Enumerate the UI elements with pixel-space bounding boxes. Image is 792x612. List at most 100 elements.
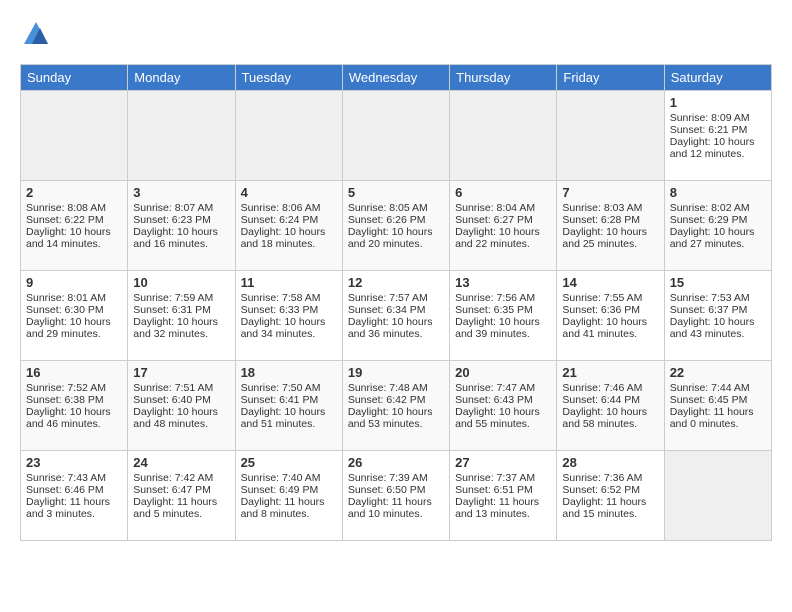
sunset-text: Sunset: 6:34 PM <box>348 304 444 316</box>
calendar-cell: 25Sunrise: 7:40 AMSunset: 6:49 PMDayligh… <box>235 451 342 541</box>
daylight-text: Daylight: 10 hours and 53 minutes. <box>348 406 444 430</box>
calendar-cell <box>128 91 235 181</box>
day-number: 14 <box>562 275 658 290</box>
calendar-cell: 10Sunrise: 7:59 AMSunset: 6:31 PMDayligh… <box>128 271 235 361</box>
daylight-text: Daylight: 11 hours and 13 minutes. <box>455 496 551 520</box>
calendar-cell: 24Sunrise: 7:42 AMSunset: 6:47 PMDayligh… <box>128 451 235 541</box>
header-day-friday: Friday <box>557 65 664 91</box>
sunset-text: Sunset: 6:51 PM <box>455 484 551 496</box>
sunrise-text: Sunrise: 7:51 AM <box>133 382 229 394</box>
sunset-text: Sunset: 6:44 PM <box>562 394 658 406</box>
calendar-cell: 7Sunrise: 8:03 AMSunset: 6:28 PMDaylight… <box>557 181 664 271</box>
day-number: 5 <box>348 185 444 200</box>
calendar-cell: 15Sunrise: 7:53 AMSunset: 6:37 PMDayligh… <box>664 271 771 361</box>
day-number: 3 <box>133 185 229 200</box>
sunrise-text: Sunrise: 7:55 AM <box>562 292 658 304</box>
calendar-cell: 5Sunrise: 8:05 AMSunset: 6:26 PMDaylight… <box>342 181 449 271</box>
calendar-cell: 22Sunrise: 7:44 AMSunset: 6:45 PMDayligh… <box>664 361 771 451</box>
calendar-cell: 1Sunrise: 8:09 AMSunset: 6:21 PMDaylight… <box>664 91 771 181</box>
day-number: 7 <box>562 185 658 200</box>
sunset-text: Sunset: 6:38 PM <box>26 394 122 406</box>
calendar-week-5: 23Sunrise: 7:43 AMSunset: 6:46 PMDayligh… <box>21 451 772 541</box>
sunrise-text: Sunrise: 8:07 AM <box>133 202 229 214</box>
daylight-text: Daylight: 10 hours and 22 minutes. <box>455 226 551 250</box>
calendar-week-4: 16Sunrise: 7:52 AMSunset: 6:38 PMDayligh… <box>21 361 772 451</box>
sunset-text: Sunset: 6:50 PM <box>348 484 444 496</box>
sunrise-text: Sunrise: 7:44 AM <box>670 382 766 394</box>
day-number: 27 <box>455 455 551 470</box>
sunset-text: Sunset: 6:27 PM <box>455 214 551 226</box>
sunrise-text: Sunrise: 7:36 AM <box>562 472 658 484</box>
sunrise-text: Sunrise: 8:02 AM <box>670 202 766 214</box>
day-number: 8 <box>670 185 766 200</box>
sunset-text: Sunset: 6:41 PM <box>241 394 337 406</box>
day-number: 15 <box>670 275 766 290</box>
calendar-week-3: 9Sunrise: 8:01 AMSunset: 6:30 PMDaylight… <box>21 271 772 361</box>
calendar-cell <box>450 91 557 181</box>
calendar-header-row: SundayMondayTuesdayWednesdayThursdayFrid… <box>21 65 772 91</box>
daylight-text: Daylight: 10 hours and 51 minutes. <box>241 406 337 430</box>
sunrise-text: Sunrise: 7:42 AM <box>133 472 229 484</box>
calendar-cell: 28 Sunrise: 7:36 AMSunset: 6:52 PMDayligh… <box>557 451 664 541</box>
sunset-text: Sunset: 6:26 PM <box>348 214 444 226</box>
calendar-cell: 26Sunrise: 7:39 AMSunset: 6:50 PMDayligh… <box>342 451 449 541</box>
day-number: 6 <box>455 185 551 200</box>
calendar-cell: 13Sunrise: 7:56 AMSunset: 6:35 PMDayligh… <box>450 271 557 361</box>
logo-icon <box>22 20 50 48</box>
calendar-cell: 3 Sunrise: 8:07 AMSunset: 6:23 PMDaylight… <box>128 181 235 271</box>
daylight-text: Daylight: 11 hours and 3 minutes. <box>26 496 122 520</box>
sunset-text: Sunset: 6:43 PM <box>455 394 551 406</box>
calendar-cell <box>557 91 664 181</box>
calendar-cell: 17Sunrise: 7:51 AMSunset: 6:40 PMDayligh… <box>128 361 235 451</box>
sunrise-text: Sunrise: 7:47 AM <box>455 382 551 394</box>
day-number: 4 <box>241 185 337 200</box>
calendar-week-1: 1Sunrise: 8:09 AMSunset: 6:21 PMDaylight… <box>21 91 772 181</box>
calendar-cell: 20Sunrise: 7:47 AMSunset: 6:43 PMDayligh… <box>450 361 557 451</box>
daylight-text: Daylight: 11 hours and 15 minutes. <box>562 496 658 520</box>
day-number: 13 <box>455 275 551 290</box>
sunset-text: Sunset: 6:42 PM <box>348 394 444 406</box>
calendar-cell: 6Sunrise: 8:04 AMSunset: 6:27 PMDaylight… <box>450 181 557 271</box>
sunrise-text: Sunrise: 7:39 AM <box>348 472 444 484</box>
day-number: 2 <box>26 185 122 200</box>
header-day-wednesday: Wednesday <box>342 65 449 91</box>
day-number: 11 <box>241 275 337 290</box>
sunrise-text: Sunrise: 7:59 AM <box>133 292 229 304</box>
sunrise-text: Sunrise: 7:48 AM <box>348 382 444 394</box>
sunrise-text: Sunrise: 8:09 AM <box>670 112 766 124</box>
daylight-text: Daylight: 10 hours and 39 minutes. <box>455 316 551 340</box>
calendar-cell: 9Sunrise: 8:01 AMSunset: 6:30 PMDaylight… <box>21 271 128 361</box>
daylight-text: Daylight: 10 hours and 27 minutes. <box>670 226 766 250</box>
calendar-cell: 11Sunrise: 7:58 AMSunset: 6:33 PMDayligh… <box>235 271 342 361</box>
day-number: 17 <box>133 365 229 380</box>
daylight-text: Daylight: 10 hours and 18 minutes. <box>241 226 337 250</box>
sunrise-text: Sunrise: 7:40 AM <box>241 472 337 484</box>
sunset-text: Sunset: 6:40 PM <box>133 394 229 406</box>
daylight-text: Daylight: 11 hours and 0 minutes. <box>670 406 766 430</box>
sunset-text: Sunset: 6:52 PM <box>562 484 658 496</box>
day-number: 1 <box>670 95 766 110</box>
calendar-table: SundayMondayTuesdayWednesdayThursdayFrid… <box>20 64 772 541</box>
sunrise-text: Sunrise: 7:56 AM <box>455 292 551 304</box>
sunrise-text: Sunrise: 8:08 AM <box>26 202 122 214</box>
calendar-cell: 23Sunrise: 7:43 AMSunset: 6:46 PMDayligh… <box>21 451 128 541</box>
sunrise-text: Sunrise: 7:50 AM <box>241 382 337 394</box>
calendar-cell <box>21 91 128 181</box>
sunrise-text: Sunrise: 8:06 AM <box>241 202 337 214</box>
daylight-text: Daylight: 10 hours and 25 minutes. <box>562 226 658 250</box>
sunset-text: Sunset: 6:33 PM <box>241 304 337 316</box>
sunrise-text: Sunrise: 7:46 AM <box>562 382 658 394</box>
day-number: 9 <box>26 275 122 290</box>
sunrise-text: Sunrise: 7:43 AM <box>26 472 122 484</box>
daylight-text: Daylight: 10 hours and 12 minutes. <box>670 136 766 160</box>
day-number: 28 <box>562 455 658 470</box>
sunset-text: Sunset: 6:23 PM <box>133 214 229 226</box>
daylight-text: Daylight: 10 hours and 58 minutes. <box>562 406 658 430</box>
sunrise-text: Sunrise: 8:01 AM <box>26 292 122 304</box>
daylight-text: Daylight: 10 hours and 16 minutes. <box>133 226 229 250</box>
sunrise-text: Sunrise: 8:03 AM <box>562 202 658 214</box>
calendar-cell: 19Sunrise: 7:48 AMSunset: 6:42 PMDayligh… <box>342 361 449 451</box>
calendar-body: 1Sunrise: 8:09 AMSunset: 6:21 PMDaylight… <box>21 91 772 541</box>
day-number: 10 <box>133 275 229 290</box>
daylight-text: Daylight: 10 hours and 29 minutes. <box>26 316 122 340</box>
